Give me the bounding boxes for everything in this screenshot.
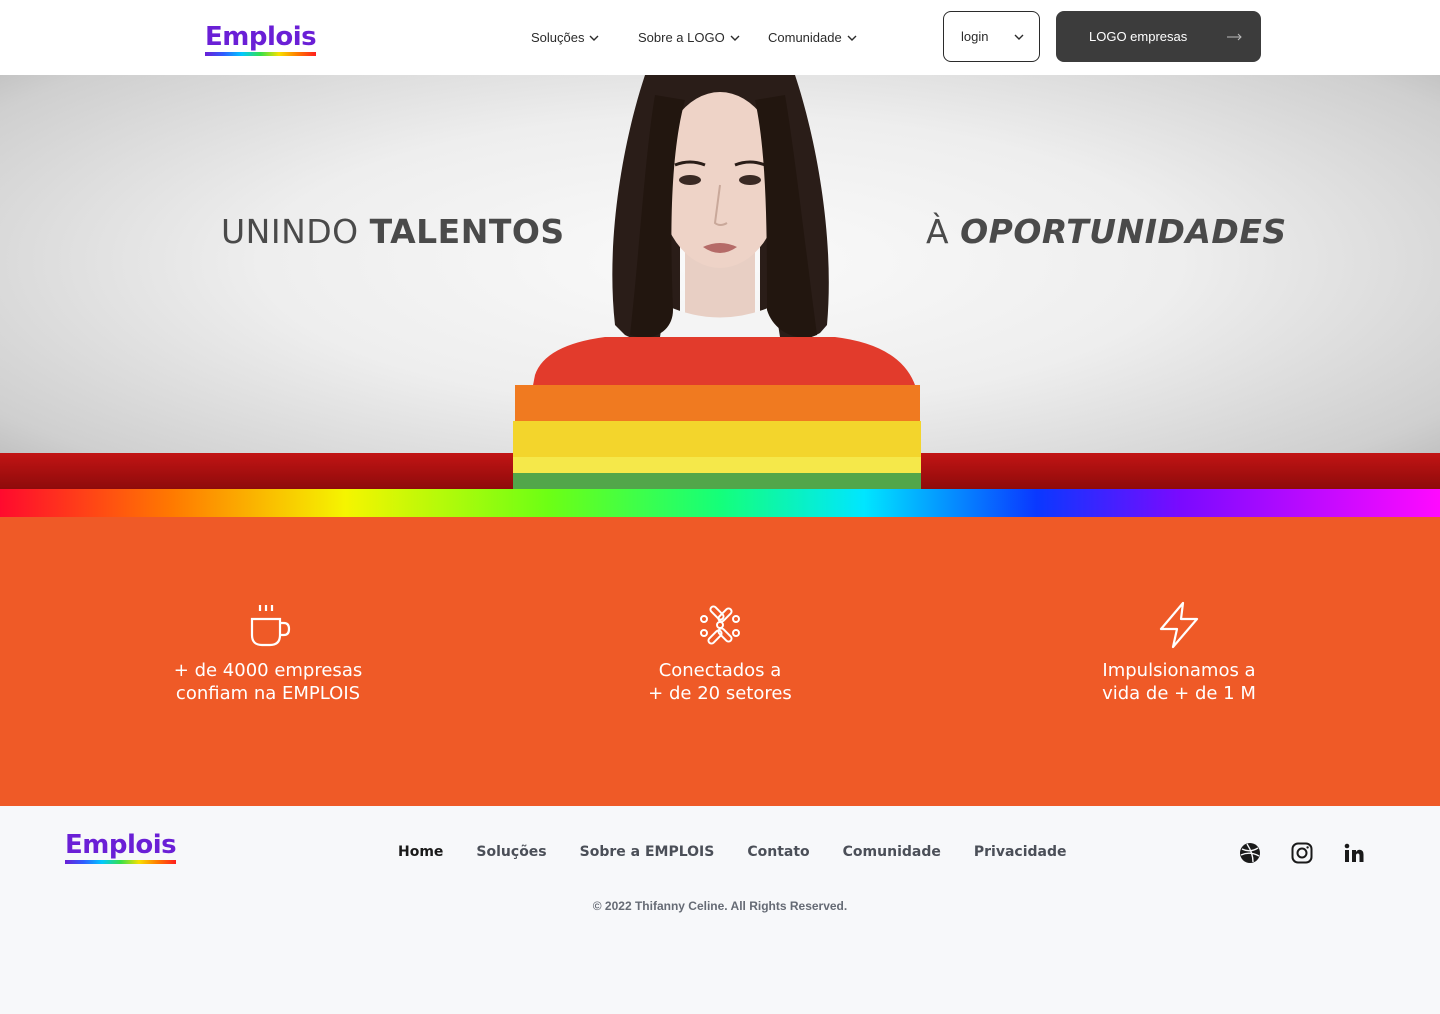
hero-left-bold: TALENTOS <box>369 212 565 251</box>
footer-nav: Home Soluções Sobre a EMPLOIS Contato Co… <box>398 844 1066 860</box>
chevron-down-icon <box>589 35 599 41</box>
arrow-right-icon <box>1227 33 1242 40</box>
chevron-down-icon <box>730 35 740 41</box>
stat-lives: Impulsionamos a vida de + de 1 M <box>1049 599 1309 705</box>
nav-comunidade[interactable]: Comunidade <box>768 30 858 45</box>
footer-nav-comunidade[interactable]: Comunidade <box>843 844 941 860</box>
stat-companies-line1: + de 4000 empresas <box>173 660 363 681</box>
instagram-icon[interactable] <box>1290 841 1314 865</box>
chevron-down-icon <box>1014 34 1024 40</box>
copyright-text: © 2022 Thifanny Celine. All Rights Reser… <box>592 899 848 913</box>
top-header: Emplois Soluções Sobre a LOGO Comunidade… <box>0 0 1440 75</box>
nav-solucoes-label: Soluções <box>531 30 585 45</box>
hero-right-bold: OPORTUNIDADES <box>960 212 1287 251</box>
linkedin-icon[interactable] <box>1342 841 1366 865</box>
nav-sobre[interactable]: Sobre a LOGO <box>638 30 741 45</box>
stat-companies-line2: confiam na EMPLOIS <box>175 683 361 704</box>
nav-comunidade-label: Comunidade <box>768 30 842 45</box>
companies-button[interactable]: LOGO empresas <box>1056 11 1261 62</box>
stat-sectors: Conectados a + de 20 setores <box>590 599 850 705</box>
stat-sectors-line2: + de 20 setores <box>648 683 792 704</box>
hero-person-image <box>513 75 921 489</box>
login-dropdown[interactable]: login <box>943 11 1040 62</box>
hero-headline-right: À OPORTUNIDADES <box>926 212 1287 251</box>
stat-sectors-line1: Conectados a <box>658 660 782 681</box>
stat-lives-line1: Impulsionamos a <box>1102 660 1256 681</box>
footer-logo[interactable]: Emplois <box>65 830 177 864</box>
companies-button-label: LOGO empresas <box>1089 29 1188 44</box>
rainbow-divider <box>0 489 1440 517</box>
stat-companies: + de 4000 empresas confiam na EMPLOIS <box>138 599 398 705</box>
network-icon <box>700 605 740 645</box>
footer: Emplois Home Soluções Sobre a EMPLOIS Co… <box>0 806 1440 1014</box>
coffee-cup-icon <box>250 605 291 647</box>
stats-section: + de 4000 empresas confiam na EMPLOIS Co… <box>0 517 1440 806</box>
hero-banner: UNINDO TALENTOS À OPORTUNIDADES <box>0 75 1440 489</box>
footer-nav-home[interactable]: Home <box>398 844 443 860</box>
hero-right-plain: À <box>926 212 961 251</box>
hero-left-plain: UNINDO <box>221 212 370 251</box>
hero-headline-left: UNINDO TALENTOS <box>221 212 565 251</box>
logo-rainbow-underline <box>205 52 317 56</box>
dribbble-icon[interactable] <box>1238 841 1262 865</box>
login-label: login <box>961 29 989 44</box>
nav-sobre-label: Sobre a LOGO <box>638 30 725 45</box>
stat-lives-line2: vida de + de 1 M <box>1102 683 1256 704</box>
chevron-down-icon <box>847 35 857 41</box>
logo-rainbow-underline <box>65 860 177 864</box>
footer-nav-solucoes[interactable]: Soluções <box>476 844 546 860</box>
header-logo[interactable]: Emplois <box>205 22 317 56</box>
lightning-icon <box>1159 601 1199 649</box>
header-logo-text: Emplois <box>205 22 317 52</box>
nav-solucoes[interactable]: Soluções <box>531 30 600 45</box>
footer-logo-text: Emplois <box>65 830 177 860</box>
footer-nav-contato[interactable]: Contato <box>747 844 809 860</box>
footer-nav-sobre[interactable]: Sobre a EMPLOIS <box>580 844 715 860</box>
footer-nav-privacidade[interactable]: Privacidade <box>974 844 1067 860</box>
